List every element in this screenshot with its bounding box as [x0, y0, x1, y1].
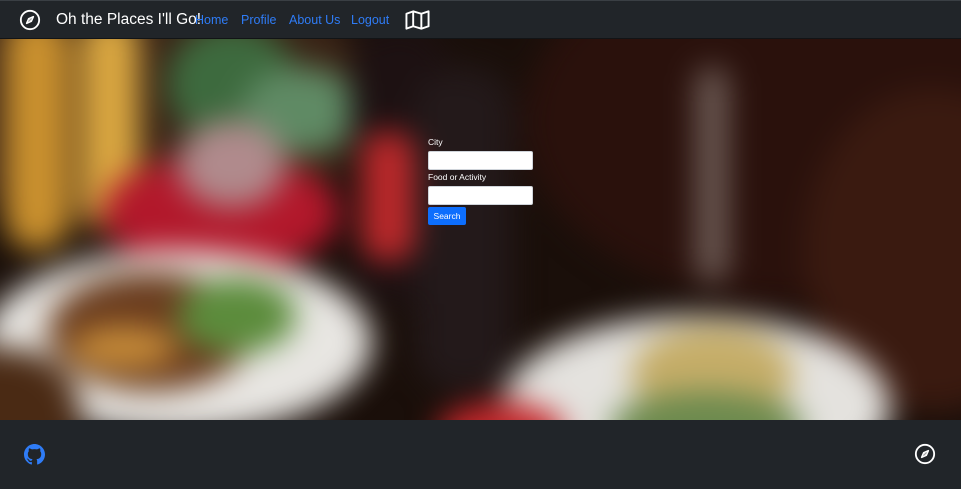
top-navbar: Oh the Places I'll Go! Home Profile Abou… — [0, 0, 961, 39]
footer — [0, 420, 961, 489]
nav-link-about-us[interactable]: About Us — [289, 12, 340, 28]
compass-icon[interactable] — [914, 443, 936, 465]
compass-icon[interactable] — [19, 9, 41, 31]
nav-link-profile[interactable]: Profile — [241, 12, 276, 28]
city-input[interactable] — [428, 151, 533, 170]
map-icon[interactable] — [405, 10, 430, 30]
blurred-restaurant-photo — [0, 39, 961, 420]
city-label: City — [428, 137, 443, 147]
nav-link-logout[interactable]: Logout — [351, 12, 389, 28]
hero-background-image: City Food or Activity Search — [0, 39, 961, 420]
github-icon[interactable] — [24, 444, 45, 465]
activity-label: Food or Activity — [428, 172, 487, 182]
brand-title[interactable]: Oh the Places I'll Go! — [56, 10, 201, 30]
activity-input[interactable] — [428, 186, 533, 205]
search-button[interactable]: Search — [428, 207, 466, 225]
nav-link-home[interactable]: Home — [195, 12, 228, 28]
